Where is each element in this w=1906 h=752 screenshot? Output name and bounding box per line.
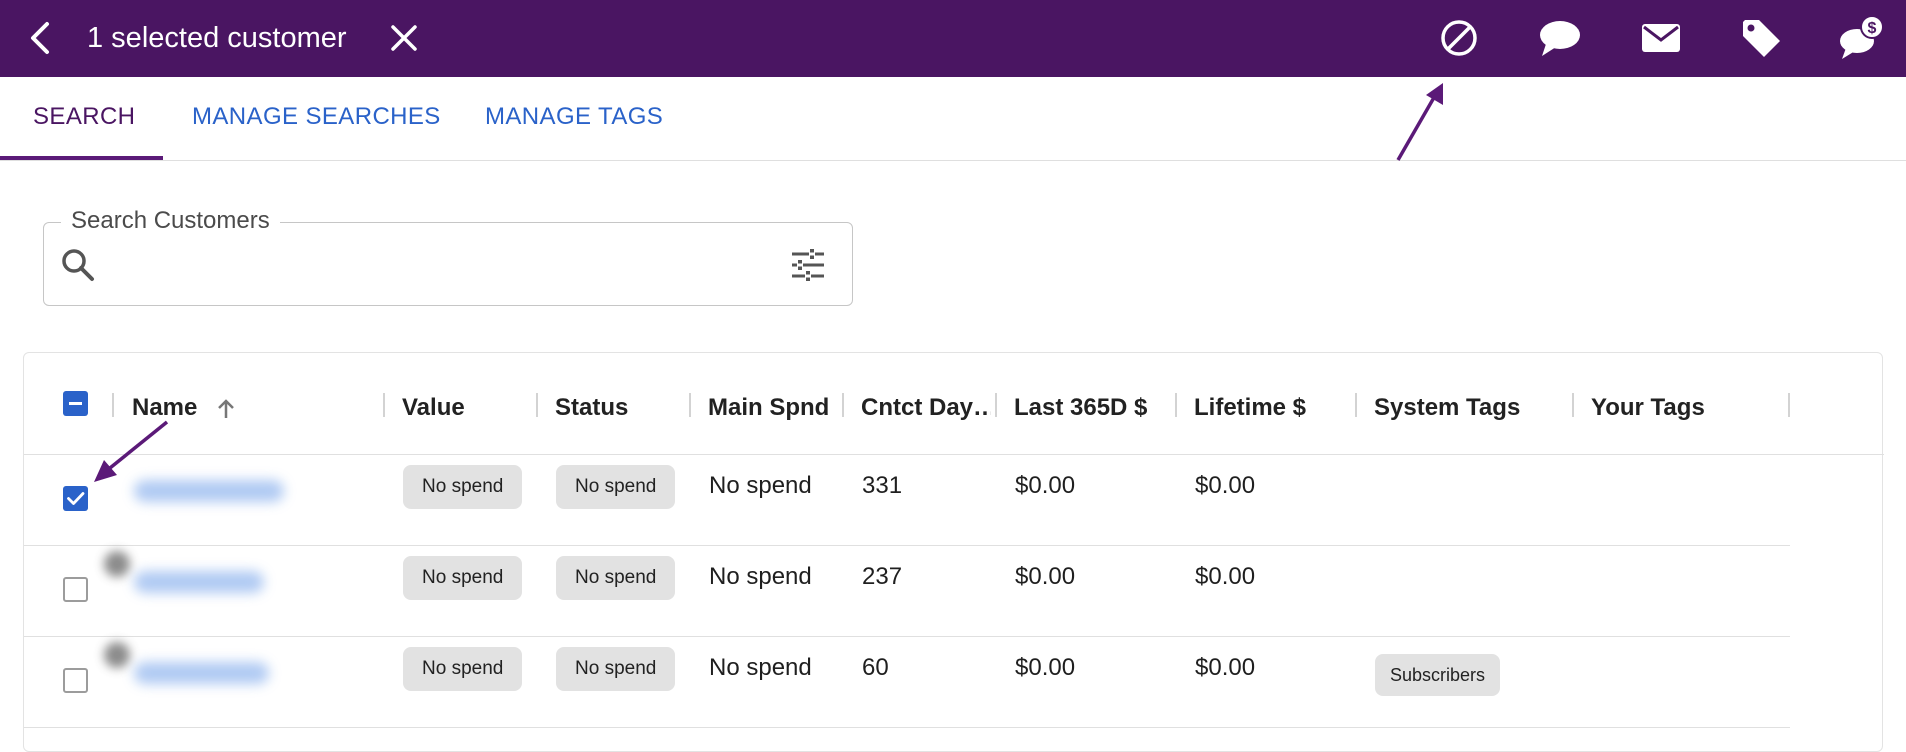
column-header-value[interactable]: Value xyxy=(402,391,465,425)
tab-search[interactable]: SEARCH xyxy=(0,77,163,160)
main-spend-cell: No spend xyxy=(709,563,812,590)
selection-toolbar: 1 selected customer $ xyxy=(0,0,1906,77)
customer-name-redacted[interactable] xyxy=(134,571,264,593)
main-spend-cell: No spend xyxy=(709,654,812,681)
search-customers-field: Search Customers xyxy=(43,204,853,306)
tag-icon[interactable] xyxy=(1737,14,1785,62)
close-icon[interactable] xyxy=(382,16,426,60)
lifetime-cell: $0.00 xyxy=(1195,472,1256,499)
status-chip: No spend xyxy=(556,647,676,691)
mail-icon[interactable] xyxy=(1637,14,1685,62)
row-select-checkbox[interactable] xyxy=(63,577,88,602)
tab-manage-tags[interactable]: MANAGE TAGS xyxy=(485,77,663,160)
back-arrow-icon[interactable] xyxy=(20,16,64,60)
system-tag-chip[interactable]: Subscribers xyxy=(1375,654,1501,696)
column-header-name-label: Name xyxy=(132,394,198,421)
search-icon xyxy=(58,245,98,285)
lifetime-cell: $0.00 xyxy=(1195,563,1256,590)
column-separator xyxy=(1175,393,1177,417)
column-separator xyxy=(536,393,538,417)
customers-table: Name Value Status Main Spnd Cntct Day… L… xyxy=(23,352,1884,752)
tab-manage-searches-label: MANAGE SEARCHES xyxy=(192,103,441,130)
column-header-system-tags[interactable]: System Tags xyxy=(1374,391,1520,425)
last-365d-cell: $0.00 xyxy=(1015,472,1076,499)
search-input[interactable] xyxy=(108,241,752,289)
block-icon[interactable] xyxy=(1435,14,1483,62)
column-separator xyxy=(1572,393,1574,417)
status-chip: No spend xyxy=(556,556,676,600)
contact-days-cell: 60 xyxy=(862,654,889,681)
column-separator xyxy=(995,393,997,417)
active-tab-indicator xyxy=(0,156,163,160)
avatar xyxy=(104,551,130,577)
header-divider xyxy=(24,454,1884,455)
svg-text:$: $ xyxy=(1868,20,1877,37)
value-chip: No spend xyxy=(403,465,523,509)
row-divider xyxy=(24,636,1790,637)
row-select-checkbox[interactable] xyxy=(63,668,88,693)
row-divider xyxy=(24,727,1790,728)
chat-dollar-icon[interactable]: $ xyxy=(1837,14,1885,62)
column-separator xyxy=(112,393,114,417)
column-header-status[interactable]: Status xyxy=(555,391,628,425)
status-chip: No spend xyxy=(556,465,676,509)
value-chip: No spend xyxy=(403,556,523,600)
row-divider xyxy=(24,545,1790,546)
value-chip: No spend xyxy=(403,647,523,691)
column-header-name[interactable]: Name xyxy=(132,391,238,425)
column-header-main-spend[interactable]: Main Spnd xyxy=(708,391,829,425)
customer-name-redacted[interactable] xyxy=(134,662,269,684)
tab-bar: SEARCH MANAGE SEARCHES MANAGE TAGS xyxy=(0,77,1906,161)
column-separator xyxy=(842,393,844,417)
last-365d-cell: $0.00 xyxy=(1015,563,1076,590)
filter-tune-icon[interactable] xyxy=(788,245,828,285)
sort-ascending-icon[interactable] xyxy=(214,397,238,421)
column-separator xyxy=(1788,393,1790,417)
chat-bubble-icon[interactable] xyxy=(1535,14,1583,62)
avatar xyxy=(104,642,130,668)
column-header-lifetime[interactable]: Lifetime $ xyxy=(1194,391,1306,425)
last-365d-cell: $0.00 xyxy=(1015,654,1076,681)
column-separator xyxy=(383,393,385,417)
main-spend-cell: No spend xyxy=(709,472,812,499)
lifetime-cell: $0.00 xyxy=(1195,654,1256,681)
row-select-checkbox[interactable] xyxy=(63,486,88,511)
column-header-contact-days[interactable]: Cntct Day… xyxy=(861,391,991,425)
column-separator xyxy=(689,393,691,417)
search-legend: Search Customers xyxy=(61,204,280,238)
selection-count-title: 1 selected customer xyxy=(87,22,347,54)
customer-name-redacted[interactable] xyxy=(134,480,284,502)
contact-days-cell: 331 xyxy=(862,472,903,499)
tab-manage-searches[interactable]: MANAGE SEARCHES xyxy=(192,77,441,160)
select-all-checkbox[interactable] xyxy=(63,391,88,416)
tab-manage-tags-label: MANAGE TAGS xyxy=(485,103,664,130)
column-header-your-tags[interactable]: Your Tags xyxy=(1591,391,1705,425)
column-header-last-365d[interactable]: Last 365D $ xyxy=(1014,391,1147,425)
tab-search-label: SEARCH xyxy=(33,103,136,130)
column-separator xyxy=(1355,393,1357,417)
contact-days-cell: 237 xyxy=(862,563,903,590)
